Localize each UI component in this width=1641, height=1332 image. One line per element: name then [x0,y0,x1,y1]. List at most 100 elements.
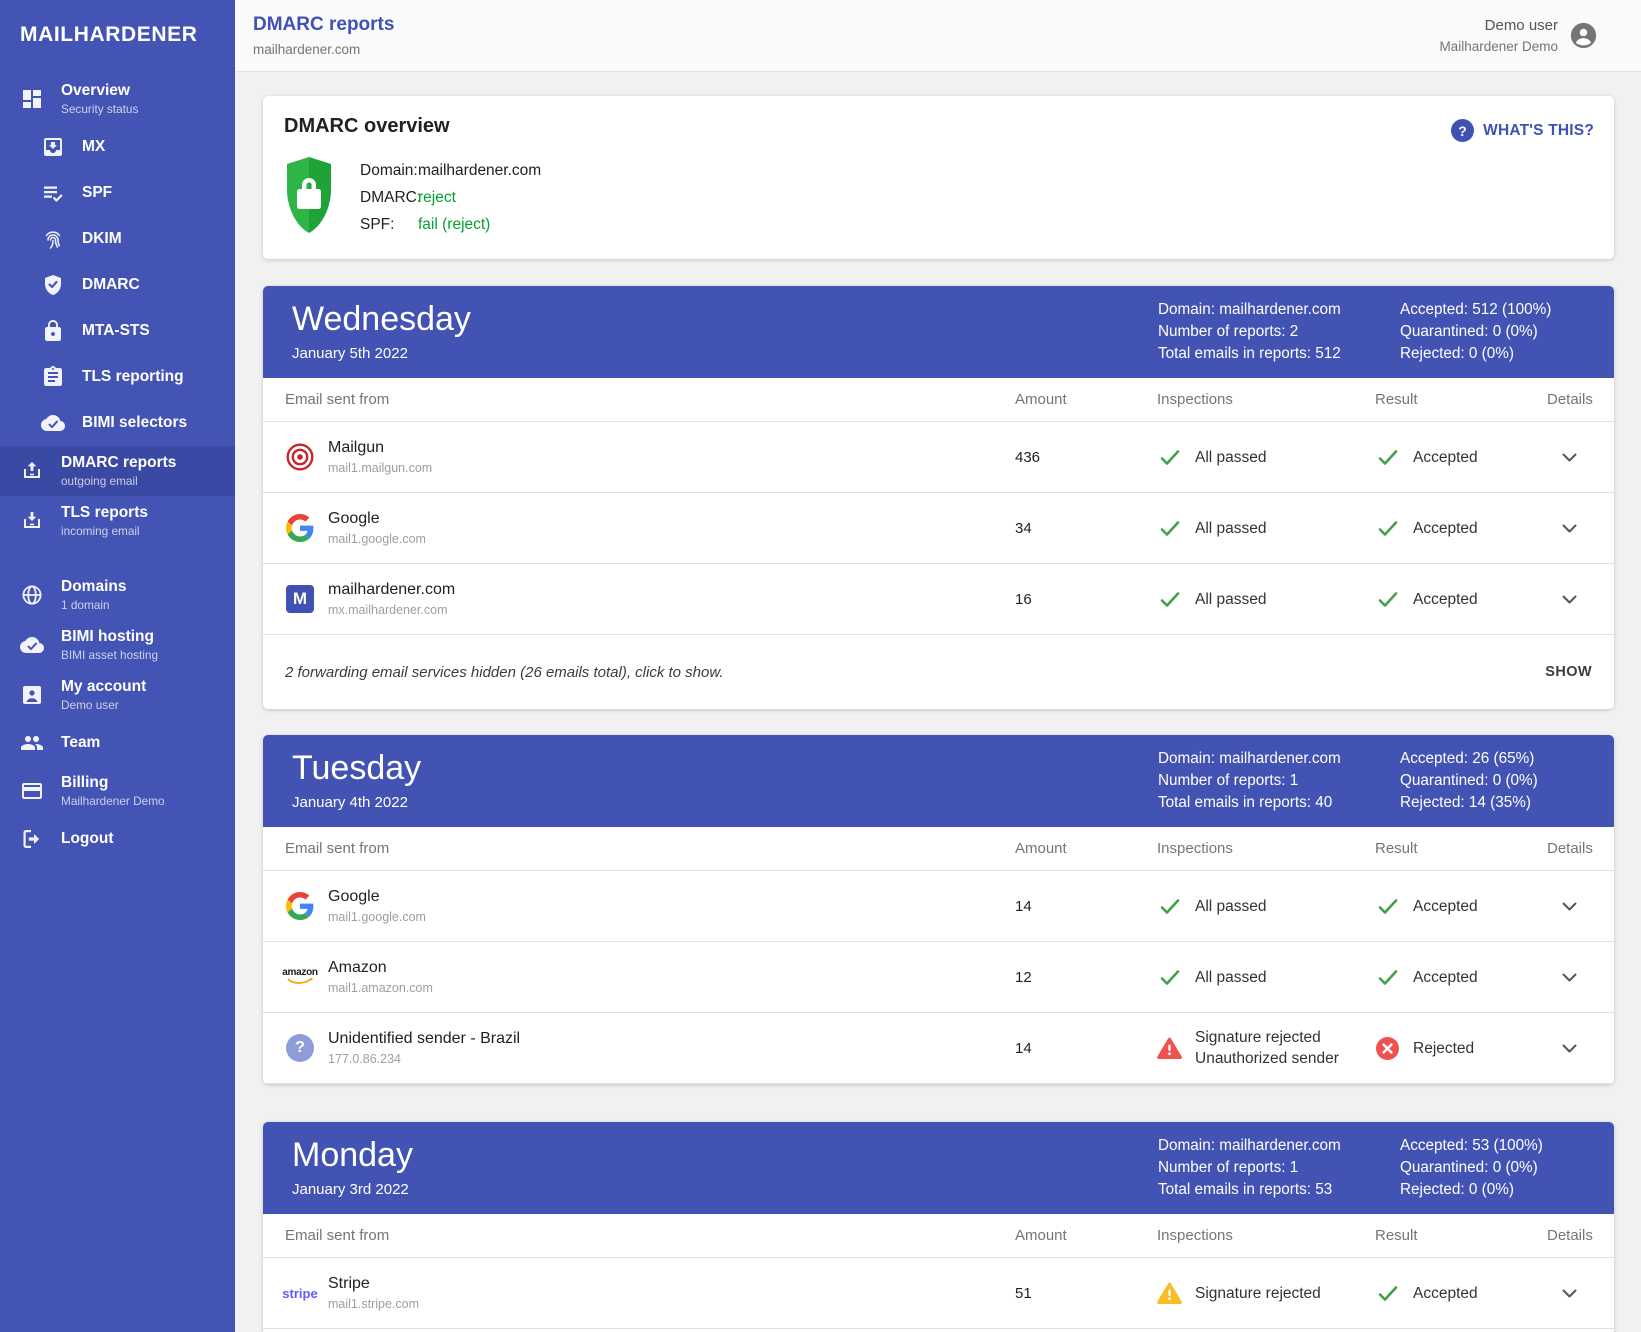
table-row-mailhardener[interactable]: M mailhardener.commx.mailhardener.com 16… [263,564,1614,635]
inspection-text: Signature rejected [1195,1283,1321,1304]
show-button[interactable]: SHOW [1545,664,1592,680]
mailgun-logo [285,443,315,471]
details-expander[interactable] [1547,1289,1592,1298]
day-date: January 5th 2022 [292,345,471,362]
sender-name: Stripe [328,1275,419,1293]
domain-value: mailhardener.com [418,157,541,184]
sidebar-item-team[interactable]: Team [0,720,235,766]
content: DMARC overview ? WHAT'S THIS? Domain:mai… [235,72,1641,1332]
people-icon [20,731,44,755]
stat-report-count: Number of reports: 2 [1158,321,1370,343]
amount-value: 12 [1015,969,1157,986]
sidebar-item-domains[interactable]: Domains1 domain [0,570,235,620]
details-expander[interactable] [1547,973,1592,982]
sidebar-item-dmarc-reports[interactable]: DMARC reportsoutgoing email [0,446,235,496]
table-row-google[interactable]: Googlemail1.google.com 14 All passed Acc… [263,871,1614,942]
day-stats: Domain: mailhardener.com Number of repor… [1158,1135,1592,1201]
day-header: Tuesday January 4th 2022 Domain: mailhar… [263,735,1614,827]
rejected-icon [1375,1037,1400,1060]
table-row-unidentified-sender[interactable]: ? Unidentified sender - Brazil177.0.86.2… [263,1013,1614,1084]
whats-this-link[interactable]: ? WHAT'S THIS? [1451,119,1594,142]
help-label: WHAT'S THIS? [1483,122,1594,140]
day-card-tuesday: Tuesday January 4th 2022 Domain: mailhar… [263,735,1614,1084]
stat-accepted: Accepted: 53 (100%) [1400,1135,1592,1157]
stat-total-emails: Total emails in reports: 512 [1158,343,1370,365]
chevron-down-icon[interactable] [1562,902,1577,911]
day-header: Monday January 3rd 2022 Domain: mailhard… [263,1122,1614,1214]
result-text: Rejected [1413,1038,1474,1059]
details-expander[interactable] [1547,524,1592,533]
details-expander[interactable] [1547,902,1592,911]
chevron-down-icon[interactable] [1562,1289,1577,1298]
details-expander[interactable] [1547,453,1592,462]
globe-icon [20,583,44,607]
chevron-down-icon[interactable] [1562,1044,1577,1053]
sender-host: mail1.google.com [328,532,426,546]
chevron-down-icon[interactable] [1562,524,1577,533]
check-icon [1375,898,1400,915]
page-subtitle: mailhardener.com [253,42,394,57]
tray-up-icon [20,459,44,483]
amount-value: 14 [1015,898,1157,915]
main-area: DMARC reports mailhardener.com Demo user… [235,0,1641,1332]
sidebar-item-my-account[interactable]: My accountDemo user [0,670,235,720]
hidden-services-note: 2 forwarding email services hidden (26 e… [285,664,724,681]
sidebar-item-spf[interactable]: SPF [0,170,235,216]
sidebar-nav: OverviewSecurity status MX SPF DKIM DMAR… [0,74,235,892]
inspection-text: All passed [1195,589,1267,610]
amount-value: 51 [1015,1285,1157,1302]
sidebar-item-mx[interactable]: MX [0,124,235,170]
day-card-wednesday: Wednesday January 5th 2022 Domain: mailh… [263,286,1614,709]
sidebar-item-mta-sts[interactable]: MTA-STS [0,308,235,354]
sidebar-item-logout[interactable]: Logout [0,816,235,862]
stat-total-emails: Total emails in reports: 40 [1158,792,1370,814]
table-row-mailgun[interactable]: Mailgunmail1.mailgun.com 436 All passed … [263,422,1614,493]
sidebar-item-bimi-hosting[interactable]: BIMI hostingBIMI asset hosting [0,620,235,670]
inspection-text: All passed [1195,967,1267,988]
dashboard-icon [20,87,44,111]
help-icon: ? [1451,119,1474,142]
table-row-google[interactable]: Googlemail1.google.com 34 All passed Acc… [263,493,1614,564]
day-header: Wednesday January 5th 2022 Domain: mailh… [263,286,1614,378]
sender-host: 177.0.86.234 [328,1052,520,1066]
google-logo [285,514,315,542]
field-label: DMARC: [360,184,418,211]
details-expander[interactable] [1547,595,1592,604]
amount-value: 16 [1015,591,1157,608]
sidebar-item-dkim[interactable]: DKIM [0,216,235,262]
table-row-stripe[interactable]: stripe Stripemail1.stripe.com 51 Signatu… [263,1258,1614,1329]
check-icon [1157,449,1182,466]
table-row-amazon[interactable]: amazon Amazonmail1.amazon.com 12 All pas… [263,942,1614,1013]
sender-name: Google [328,510,426,528]
stat-domain: Domain: mailhardener.com [1158,1135,1370,1157]
stat-rejected: Rejected: 0 (0%) [1400,1179,1592,1201]
amount-value: 34 [1015,520,1157,537]
table-header: Email sent from Amount Inspections Resul… [263,1214,1614,1258]
day-stats: Domain: mailhardener.com Number of repor… [1158,748,1592,814]
day-title: Wednesday [292,302,471,338]
sidebar-item-dmarc[interactable]: DMARC [0,262,235,308]
result-text: Accepted [1413,896,1478,917]
result-text: Accepted [1413,589,1478,610]
details-expander[interactable] [1547,1044,1592,1053]
avatar-icon[interactable] [1570,22,1597,49]
sidebar-item-tls-reporting[interactable]: TLS reporting [0,354,235,400]
sidebar-item-bimi-selectors[interactable]: BIMI selectors [0,400,235,446]
stat-rejected: Rejected: 0 (0%) [1400,343,1592,365]
user-menu[interactable]: Demo user Mailhardener Demo [1439,17,1597,54]
chevron-down-icon[interactable] [1562,973,1577,982]
day-card-monday: Monday January 3rd 2022 Domain: mailhard… [263,1122,1614,1332]
inspection-text: All passed [1195,447,1267,468]
sidebar-item-billing[interactable]: BillingMailhardener Demo [0,766,235,816]
cloud-check-icon [20,633,44,657]
field-label: Domain: [360,157,418,184]
chevron-down-icon[interactable] [1562,453,1577,462]
sender-host: mail1.stripe.com [328,1297,419,1311]
sidebar-item-overview[interactable]: OverviewSecurity status [0,74,235,124]
day-title: Tuesday [292,751,421,787]
dmarc-overview-card: DMARC overview ? WHAT'S THIS? Domain:mai… [263,96,1614,259]
chevron-down-icon[interactable] [1562,595,1577,604]
sidebar-item-tls-reports[interactable]: TLS reportsincoming email [0,496,235,546]
stat-quarantined: Quarantined: 0 (0%) [1400,770,1592,792]
hidden-services-row[interactable]: 2 forwarding email services hidden (26 e… [263,635,1614,709]
